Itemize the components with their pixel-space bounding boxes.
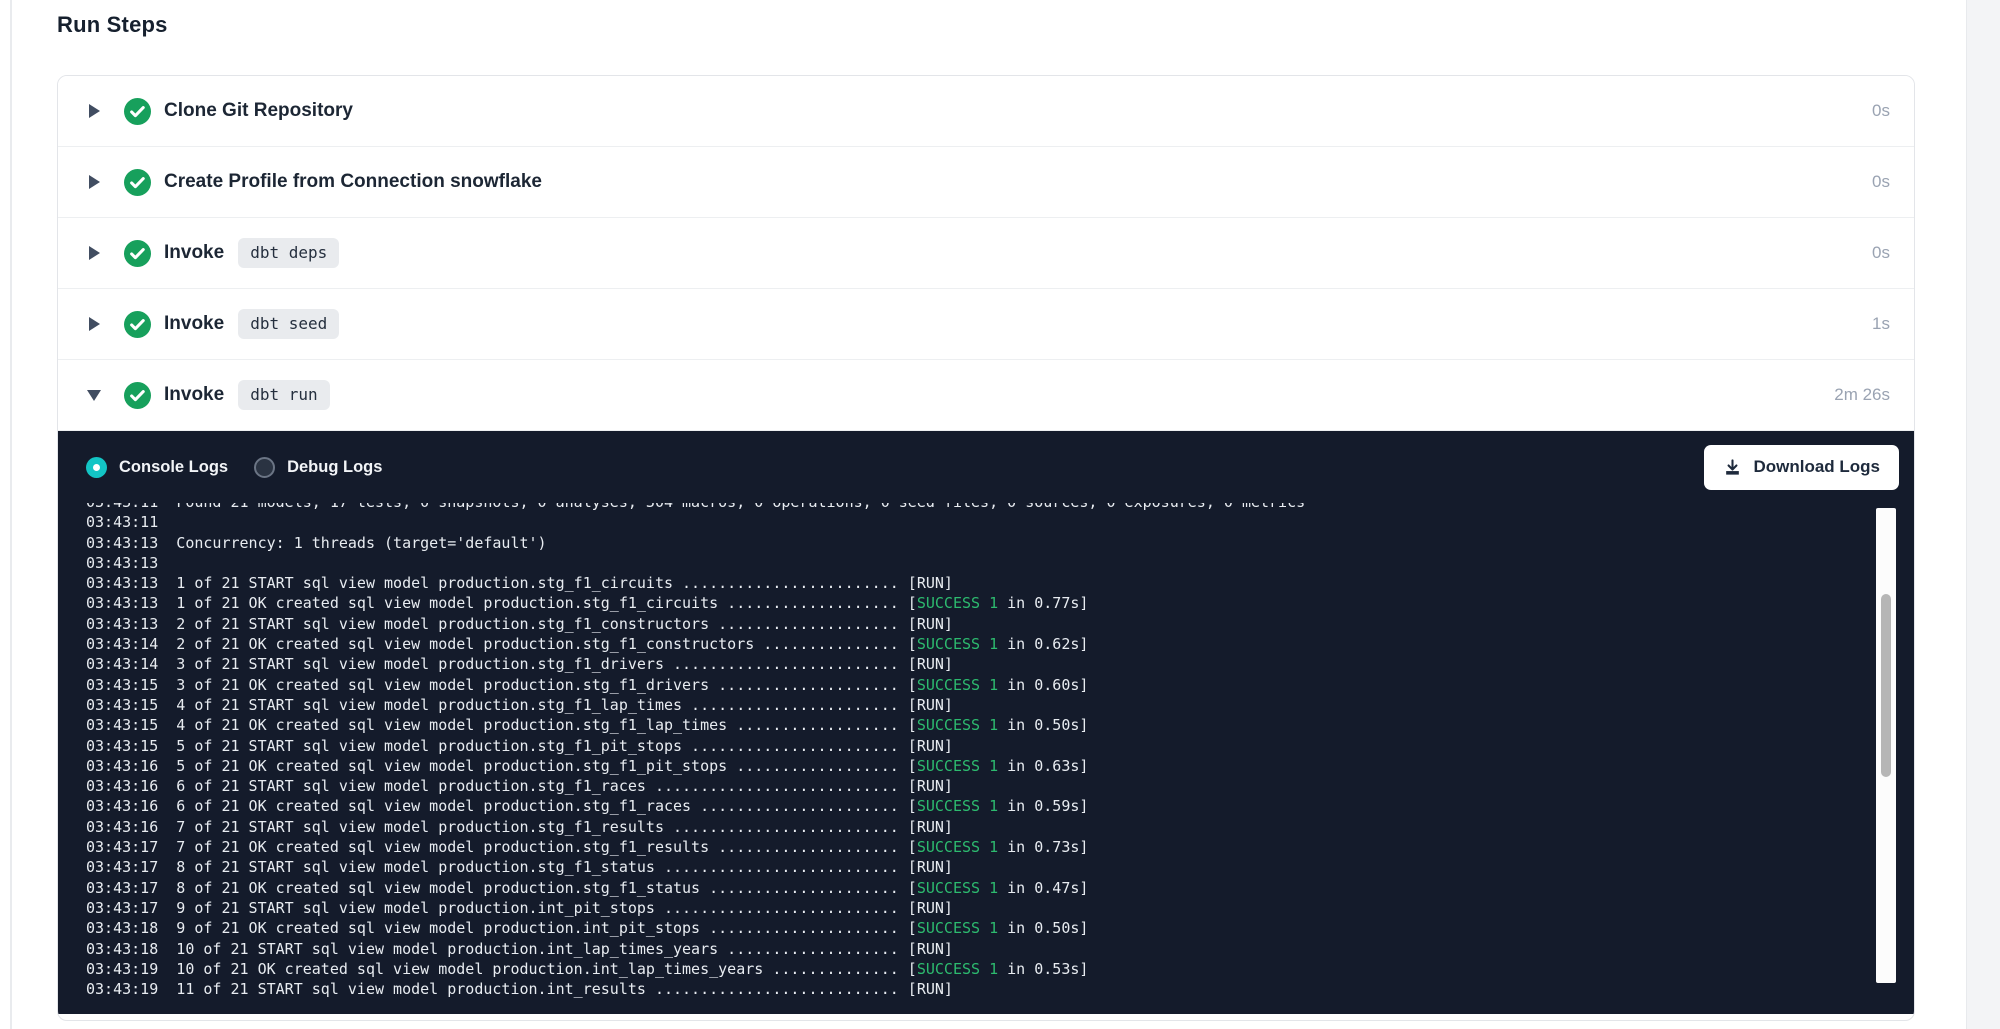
console-scrollbar[interactable] xyxy=(1876,508,1896,983)
step-row[interactable]: Clone Git Repository 0s xyxy=(58,76,1914,147)
log-success-text: SUCCESS 1 xyxy=(917,676,998,694)
step-row[interactable]: Invoke dbt run 2m 26s xyxy=(58,360,1914,431)
step-duration: 0s xyxy=(1872,101,1890,121)
radio-icon xyxy=(86,457,107,478)
log-line: 03:43:15 5 of 21 START sql view model pr… xyxy=(86,736,1870,756)
step-row[interactable]: Invoke dbt deps 0s xyxy=(58,218,1914,289)
log-success-text: SUCCESS 1 xyxy=(917,838,998,856)
step-command-pill: dbt deps xyxy=(238,238,339,268)
log-success-text: SUCCESS 1 xyxy=(917,960,998,978)
step-row[interactable]: Create Profile from Connection snowflake… xyxy=(58,147,1914,218)
success-check-icon xyxy=(124,240,151,267)
log-success-text: SUCCESS 1 xyxy=(917,879,998,897)
left-page-divider xyxy=(10,0,12,1029)
step-row[interactable]: Invoke dbt seed 1s xyxy=(58,289,1914,360)
log-line: 03:43:13 Concurrency: 1 threads (target=… xyxy=(86,533,1870,553)
log-success-text: SUCCESS 1 xyxy=(917,757,998,775)
log-line: 03:43:16 6 of 21 START sql view model pr… xyxy=(86,776,1870,796)
log-line: 03:43:13 1 of 21 START sql view model pr… xyxy=(86,573,1870,593)
chevron-right-icon xyxy=(86,175,102,189)
page-title: Run Steps xyxy=(57,12,168,38)
step-label: Invoke xyxy=(164,313,224,335)
log-line: 03:43:17 8 of 21 OK created sql view mod… xyxy=(86,878,1870,898)
log-line: 03:43:17 8 of 21 START sql view model pr… xyxy=(86,857,1870,877)
log-line: 03:43:14 2 of 21 OK created sql view mod… xyxy=(86,634,1870,654)
chevron-right-icon xyxy=(86,104,102,118)
radio-icon xyxy=(254,457,275,478)
step-label: Invoke xyxy=(164,242,224,264)
console-log-output[interactable]: 03:43:11 Found 21 models, 17 tests, 0 sn… xyxy=(58,503,1870,1011)
download-icon xyxy=(1723,458,1742,477)
success-check-icon xyxy=(124,98,151,125)
step-command-pill: dbt seed xyxy=(238,309,339,339)
chevron-down-icon xyxy=(86,390,102,401)
log-success-text: SUCCESS 1 xyxy=(917,716,998,734)
console-header: Console Logs Debug Logs Download Logs xyxy=(58,431,1914,503)
run-steps-card: Clone Git Repository0sCreate Profile fro… xyxy=(57,75,1915,1021)
log-line: 03:43:18 10 of 21 START sql view model p… xyxy=(86,939,1870,959)
step-duration: 0s xyxy=(1872,172,1890,192)
log-line: 03:43:13 2 of 21 START sql view model pr… xyxy=(86,614,1870,634)
log-success-text: SUCCESS 1 xyxy=(917,919,998,937)
log-line: 03:43:17 9 of 21 START sql view model pr… xyxy=(86,898,1870,918)
log-line: 03:43:15 4 of 21 START sql view model pr… xyxy=(86,695,1870,715)
step-status-icon xyxy=(124,98,151,125)
log-line: 03:43:16 5 of 21 OK created sql view mod… xyxy=(86,756,1870,776)
step-status-icon xyxy=(124,240,151,267)
log-line: 03:43:13 xyxy=(86,553,1870,573)
log-line: 03:43:14 3 of 21 START sql view model pr… xyxy=(86,654,1870,674)
chevron-right-icon xyxy=(86,317,102,331)
radio-debug-logs[interactable]: Debug Logs xyxy=(254,457,382,478)
step-label: Invoke xyxy=(164,384,224,406)
success-check-icon xyxy=(124,311,151,338)
step-duration: 1s xyxy=(1872,314,1890,334)
step-duration: 2m 26s xyxy=(1834,385,1890,405)
log-line: 03:43:19 11 of 21 START sql view model p… xyxy=(86,979,1870,999)
step-status-icon xyxy=(124,382,151,409)
log-line: 03:43:19 10 of 21 OK created sql view mo… xyxy=(86,959,1870,979)
log-line: 03:43:11 Found 21 models, 17 tests, 0 sn… xyxy=(86,503,1870,512)
step-status-icon xyxy=(124,169,151,196)
radio-label: Debug Logs xyxy=(287,458,382,477)
download-logs-label: Download Logs xyxy=(1753,457,1880,477)
step-list: Clone Git Repository0sCreate Profile fro… xyxy=(58,76,1914,431)
step-label: Create Profile from Connection snowflake xyxy=(164,171,542,193)
log-lines: 03:43:11 Found 21 models, 17 tests, 0 sn… xyxy=(86,503,1870,999)
step-command-pill: dbt run xyxy=(238,380,329,410)
log-line: 03:43:15 4 of 21 OK created sql view mod… xyxy=(86,715,1870,735)
log-success-text: SUCCESS 1 xyxy=(917,635,998,653)
log-line: 03:43:17 7 of 21 OK created sql view mod… xyxy=(86,837,1870,857)
log-line: 03:43:16 6 of 21 OK created sql view mod… xyxy=(86,796,1870,816)
log-type-radio-group: Console Logs Debug Logs xyxy=(86,457,408,478)
log-line: 03:43:15 3 of 21 OK created sql view mod… xyxy=(86,675,1870,695)
log-success-text: SUCCESS 1 xyxy=(917,594,998,612)
radio-label: Console Logs xyxy=(119,458,228,477)
log-line: 03:43:11 xyxy=(86,512,1870,532)
success-check-icon xyxy=(124,382,151,409)
success-check-icon xyxy=(124,169,151,196)
console-scrollbar-thumb[interactable] xyxy=(1881,594,1891,777)
right-page-gutter xyxy=(1966,0,2000,1029)
log-line: 03:43:18 9 of 21 OK created sql view mod… xyxy=(86,918,1870,938)
step-label: Clone Git Repository xyxy=(164,100,353,122)
log-line: 03:43:13 1 of 21 OK created sql view mod… xyxy=(86,593,1870,613)
step-status-icon xyxy=(124,311,151,338)
console-panel: Console Logs Debug Logs Download Logs 03:… xyxy=(58,431,1914,1014)
radio-console-logs[interactable]: Console Logs xyxy=(86,457,228,478)
log-success-text: SUCCESS 1 xyxy=(917,797,998,815)
download-logs-button[interactable]: Download Logs xyxy=(1704,445,1899,490)
chevron-right-icon xyxy=(86,246,102,260)
step-duration: 0s xyxy=(1872,243,1890,263)
log-line: 03:43:16 7 of 21 START sql view model pr… xyxy=(86,817,1870,837)
